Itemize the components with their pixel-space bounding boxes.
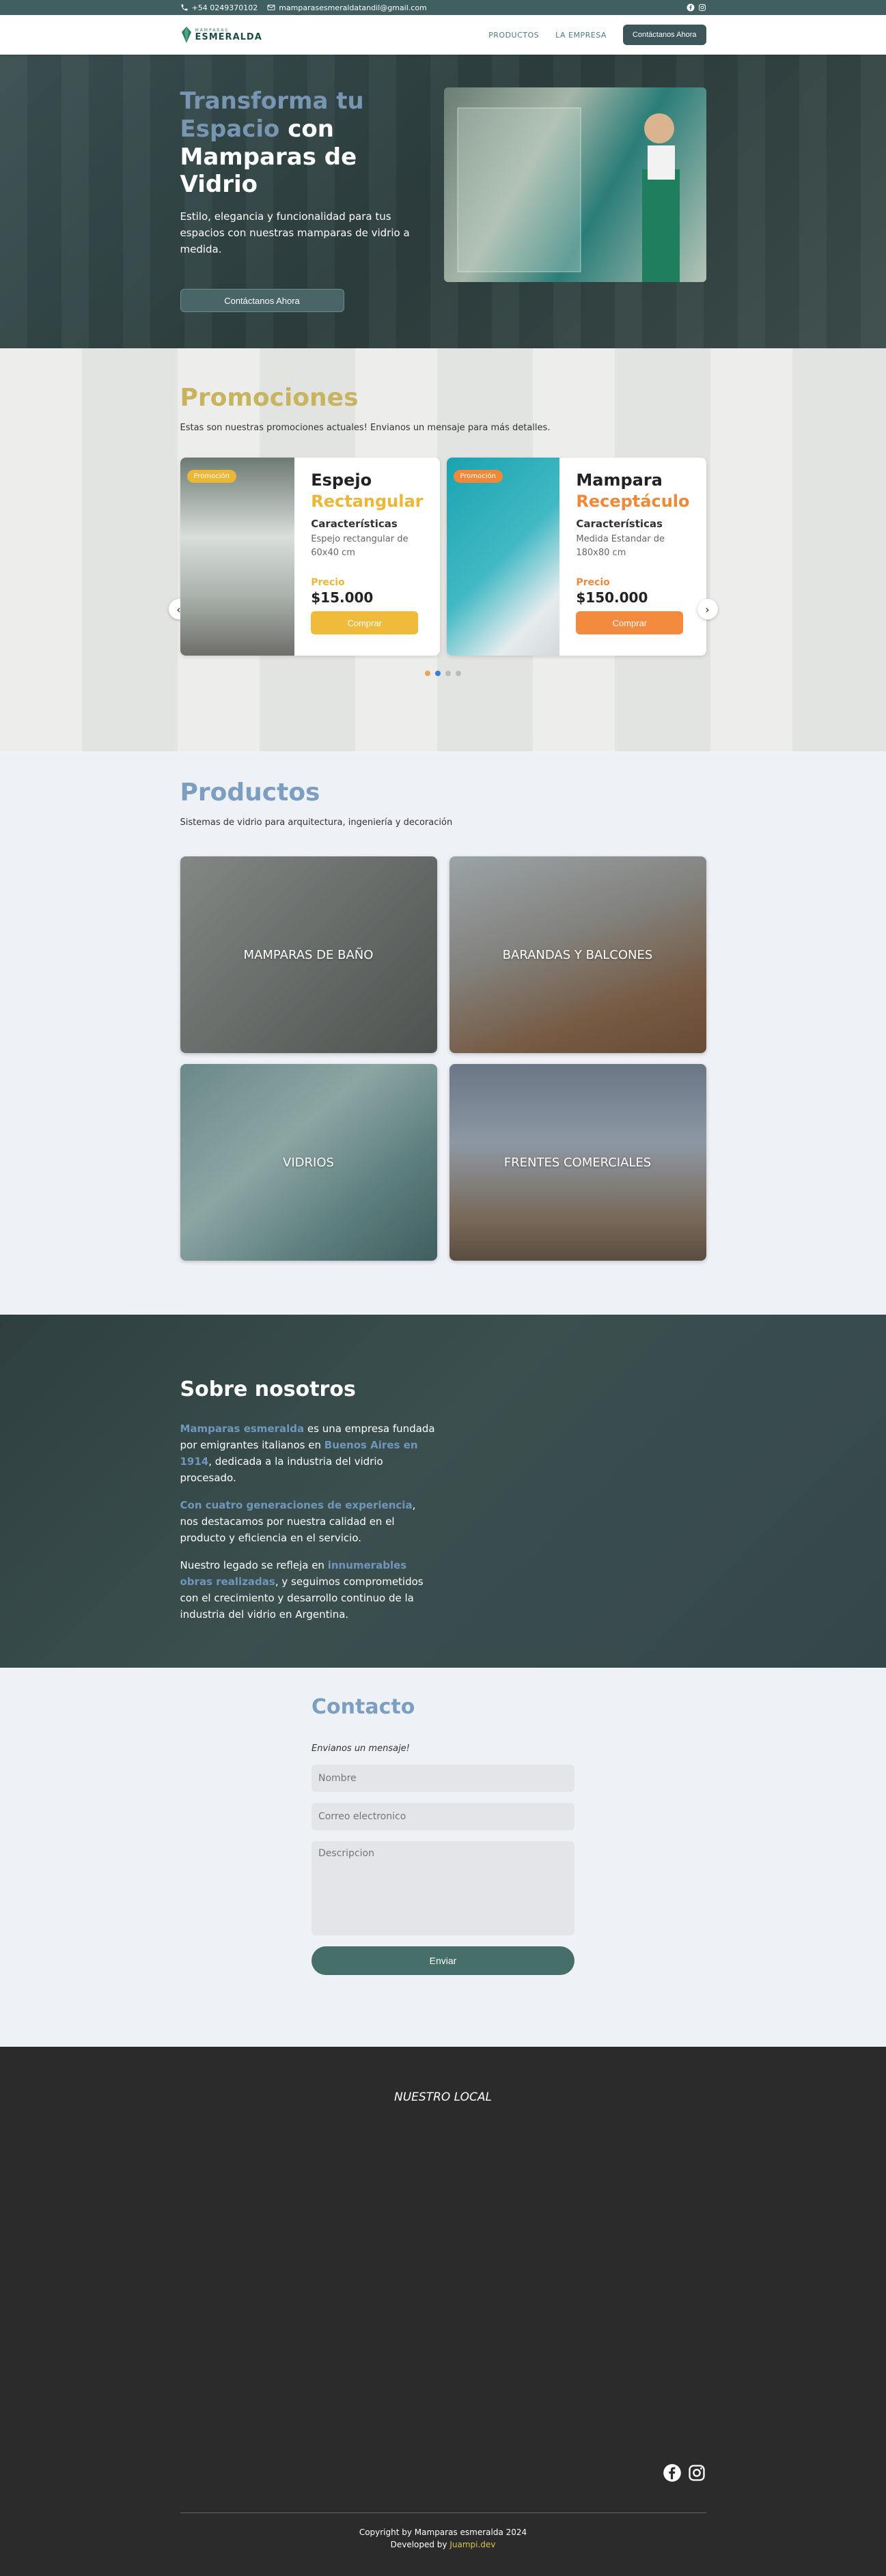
product-tile-barandas[interactable]: BARANDAS Y BALCONES [449,856,706,1053]
product-label: VIDRIOS [283,1155,334,1170]
products-grid: MAMPARAS DE BAÑO BARANDAS Y BALCONES VID… [180,856,706,1261]
phone-contact[interactable]: +54 0249370102 [180,3,258,12]
product-tile-frentes[interactable]: FRENTES COMERCIALES [449,1064,706,1261]
product-tile-mamparas[interactable]: MAMPARAS DE BAÑO [180,856,437,1053]
product-label: MAMPARAS DE BAÑO [243,947,374,962]
promo-title-line1: Mampara [576,471,663,490]
instagram-icon[interactable] [687,2463,706,2482]
contact-section: Contacto Envianos un mensaje! Enviar [0,1668,886,2047]
hero-contact-button[interactable]: Contáctanos Ahora [180,289,344,313]
phone-text: +54 0249370102 [191,3,258,12]
local-title: NUESTRO LOCAL [394,2090,492,2104]
hero-title-accent: Transforma tu Espacio [180,87,364,143]
carousel-next-button[interactable]: › [697,599,718,619]
developer-link[interactable]: Juampi.dev [449,2540,495,2549]
product-label: BARANDAS Y BALCONES [502,947,653,962]
phone-icon [181,4,187,11]
topbar: +54 0249370102 mamparasesmeraldatandil@g… [0,0,886,15]
mail-icon [267,5,275,10]
nav-link-productos[interactable]: PRODUCTOS [488,31,539,40]
email-contact[interactable]: mamparasesmeraldatandil@gmail.com [267,3,427,12]
email-text: mamparasesmeraldatandil@gmail.com [279,3,427,12]
hero-section: Transforma tu Espacio con Mamparas de Vi… [0,55,886,348]
footer: NUESTRO LOCAL Copyright by Mamparas esme… [0,2047,886,2576]
promotions-carousel: Promoción Espejo Rectangular Característ… [180,458,706,656]
promotions-title: Promociones [180,384,359,412]
instagram-icon[interactable] [698,3,706,12]
promo-price: $150.000 [576,589,648,606]
footer-divider [180,2512,706,2513]
promo-card-title: Espejo Rectangular [311,470,423,512]
about-paragraph-2: Con cuatro generaciones de experiencia, … [180,1497,437,1546]
mirror-image: Promoción [180,458,295,656]
topbar-social [687,3,706,12]
promo-price: $15.000 [311,589,374,606]
products-section: Productos Sistemas de vidrio para arquit… [0,751,886,1315]
promo-buy-button[interactable]: Comprar [576,611,684,635]
promo-price-label: Precio [311,577,345,589]
carousel-dot[interactable] [445,671,451,676]
carousel-dot[interactable] [456,671,461,676]
send-button[interactable]: Enviar [312,1946,574,1975]
about-paragraph-3: Nuestro legado se refleja en innumerable… [180,1557,437,1623]
footer-social [663,2463,706,2482]
hero-title: Transforma tu Espacio con Mamparas de Vi… [180,87,426,199]
promo-card: Promoción Mampara Receptáculo Caracterís… [446,458,706,656]
navbar: MAMPARAS ESMERALDA PRODUCTOS LA EMPRESA … [0,15,886,55]
promo-card: Promoción Espejo Rectangular Característ… [180,458,440,656]
promo-title-line2: Receptáculo [576,492,690,512]
nav-link-empresa[interactable]: LA EMPRESA [555,31,607,40]
product-label: FRENTES COMERCIALES [503,1155,652,1170]
footer-copyright: Copyright by Mamparas esmeralda 2024 Dev… [180,2526,706,2551]
developed-by-text: Developed by [390,2540,450,2549]
about-section: Sobre nosotros Mamparas esmeralda es una… [0,1315,886,1668]
hero-image [443,87,706,282]
copyright-text: Copyright by Mamparas esmeralda 2024 [359,2528,527,2537]
products-title: Productos [180,779,320,807]
promo-card-title: Mampara Receptáculo [576,470,689,512]
contact-note: Envianos un mensaje! [312,1744,410,1754]
promo-description: Espejo rectangular de 60x40 cm [311,534,409,558]
promo-description: Medida Estandar de 180x80 cm [576,534,665,558]
carousel-dot[interactable] [425,671,430,676]
products-description: Sistemas de vidrio para arquitectura, in… [180,817,453,828]
description-textarea[interactable] [312,1841,574,1935]
product-tile-vidrios[interactable]: VIDRIOS [180,1064,437,1261]
glass-worker-image [457,107,680,282]
promo-features-label: Características [576,518,663,531]
carousel-dots [180,671,706,676]
promo-buy-button[interactable]: Comprar [311,611,419,635]
about-text-part: , dedicada a la industria del vidrio pro… [180,1455,383,1484]
logo-big-text: ESMERALDA [195,31,262,42]
chevron-right-icon: › [705,602,710,616]
promo-price-label: Precio [576,577,610,589]
about-text: Mamparas esmeralda es una empresa fundad… [180,1420,437,1623]
promo-badge: Promoción [186,470,236,483]
shower-image: Promoción [446,458,560,656]
facebook-icon[interactable] [687,3,695,12]
promotions-description: Estas son nuestras promociones actuales!… [180,423,551,433]
about-highlight: Mamparas esmeralda [180,1423,305,1435]
email-input[interactable] [312,1803,574,1830]
carousel-dot-active[interactable] [435,671,441,676]
hero-subtitle: Estilo, elegancia y funcionalidad para t… [180,210,410,256]
about-paragraph-1: Mamparas esmeralda es una empresa fundad… [180,1420,437,1486]
promotions-section: Promociones Estas son nuestras promocion… [0,348,886,751]
about-title: Sobre nosotros [180,1377,356,1401]
nav-contact-button[interactable]: Contáctanos Ahora [622,25,706,45]
name-input[interactable] [312,1765,574,1792]
facebook-icon[interactable] [663,2463,682,2482]
logo[interactable]: MAMPARAS ESMERALDA [180,26,262,44]
promo-features-label: Características [311,518,398,531]
promo-badge: Promoción [453,470,503,483]
promo-title-line2: Rectangular [311,492,424,512]
promo-title-line1: Espejo [311,471,372,490]
about-text-part: Nuestro legado se refleja en [180,1559,328,1571]
contact-title: Contacto [312,1695,415,1719]
emerald-logo-icon [181,27,191,43]
about-highlight: Con cuatro generaciones de experiencia [180,1499,413,1511]
